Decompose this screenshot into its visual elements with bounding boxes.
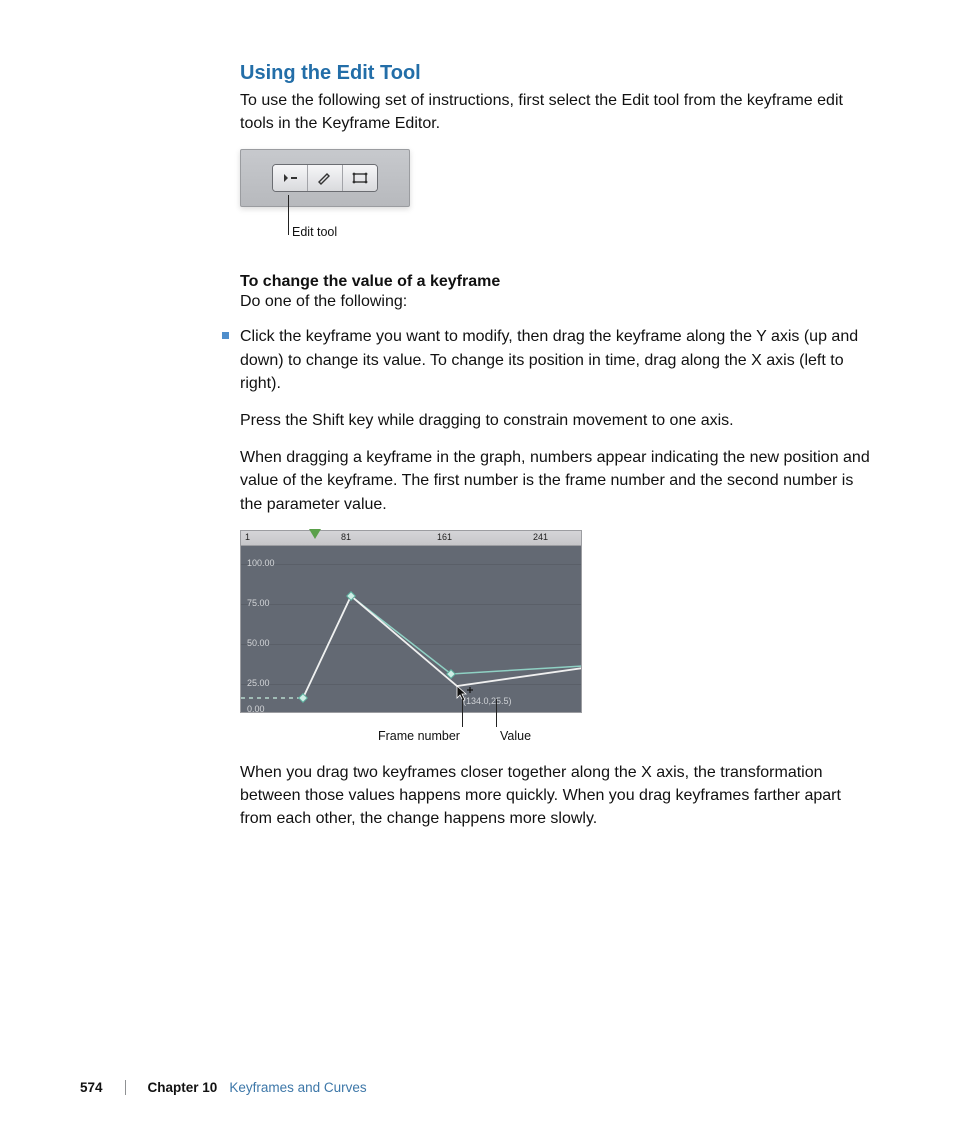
- value-label: Value: [500, 729, 531, 743]
- ruler-tick-161: 161: [437, 532, 452, 542]
- ruler-tick-1: 1: [245, 532, 250, 542]
- ruler-tick-241: 241: [533, 532, 548, 542]
- keyframe-graph-figure: 1 81 161 241 100.00 75.00 50.00 25.00 0.…: [240, 530, 582, 741]
- chapter-title: Keyframes and Curves: [217, 1080, 366, 1095]
- section-heading: Using the Edit Tool: [240, 62, 876, 85]
- bullet-marker-icon: [222, 332, 229, 339]
- edit-tool-callout-label: Edit tool: [292, 225, 337, 239]
- fig2-callouts: Frame number Value: [240, 713, 582, 741]
- frame-number-label: Frame number: [378, 729, 460, 743]
- chapter-label: Chapter 10: [126, 1080, 218, 1095]
- drag-tooltip: (134.0,25.5): [463, 696, 512, 706]
- graph-canvas: 100.00 75.00 50.00 25.00 0.00: [240, 545, 582, 713]
- procedure-subline: Do one of the following:: [240, 293, 876, 311]
- paragraph-drag-numbers: When dragging a keyframe in the graph, n…: [240, 446, 876, 516]
- callout-line: [288, 195, 289, 235]
- pencil-icon: [316, 171, 334, 185]
- box-icon: [351, 171, 369, 185]
- edit-tool-icon: [281, 171, 299, 185]
- bullet-item: Click the keyframe you want to modify, t…: [240, 325, 876, 395]
- bullet-text: Click the keyframe you want to modify, t…: [240, 325, 876, 395]
- timeline-ruler: 1 81 161 241: [240, 530, 582, 545]
- ruler-tick-81: 81: [341, 532, 351, 542]
- callout-line: [462, 699, 463, 727]
- box-tool-button[interactable]: [343, 165, 377, 191]
- graph-svg: [241, 546, 582, 712]
- page-number: 574: [80, 1080, 126, 1095]
- paragraph-shift-key: Press the Shift key while dragging to co…: [240, 409, 876, 432]
- paragraph-drag-speed: When you drag two keyframes closer toget…: [240, 761, 876, 831]
- callout-line: [496, 699, 497, 727]
- edit-tool-button[interactable]: [273, 165, 308, 191]
- edit-tool-figure: Edit tool: [240, 149, 876, 253]
- page-footer: 574 Chapter 10 Keyframes and Curves: [80, 1080, 880, 1095]
- content-column: Using the Edit Tool To use the following…: [240, 62, 876, 844]
- fig1-callout: Edit tool: [240, 207, 876, 253]
- toolbar-panel: [240, 149, 410, 207]
- playhead-icon: [309, 529, 321, 539]
- intro-paragraph: To use the following set of instructions…: [240, 89, 876, 135]
- pencil-tool-button[interactable]: [308, 165, 343, 191]
- page: Using the Edit Tool To use the following…: [0, 0, 954, 1145]
- procedure-heading: To change the value of a keyframe: [240, 273, 876, 291]
- toolbar-button-group: [272, 164, 378, 192]
